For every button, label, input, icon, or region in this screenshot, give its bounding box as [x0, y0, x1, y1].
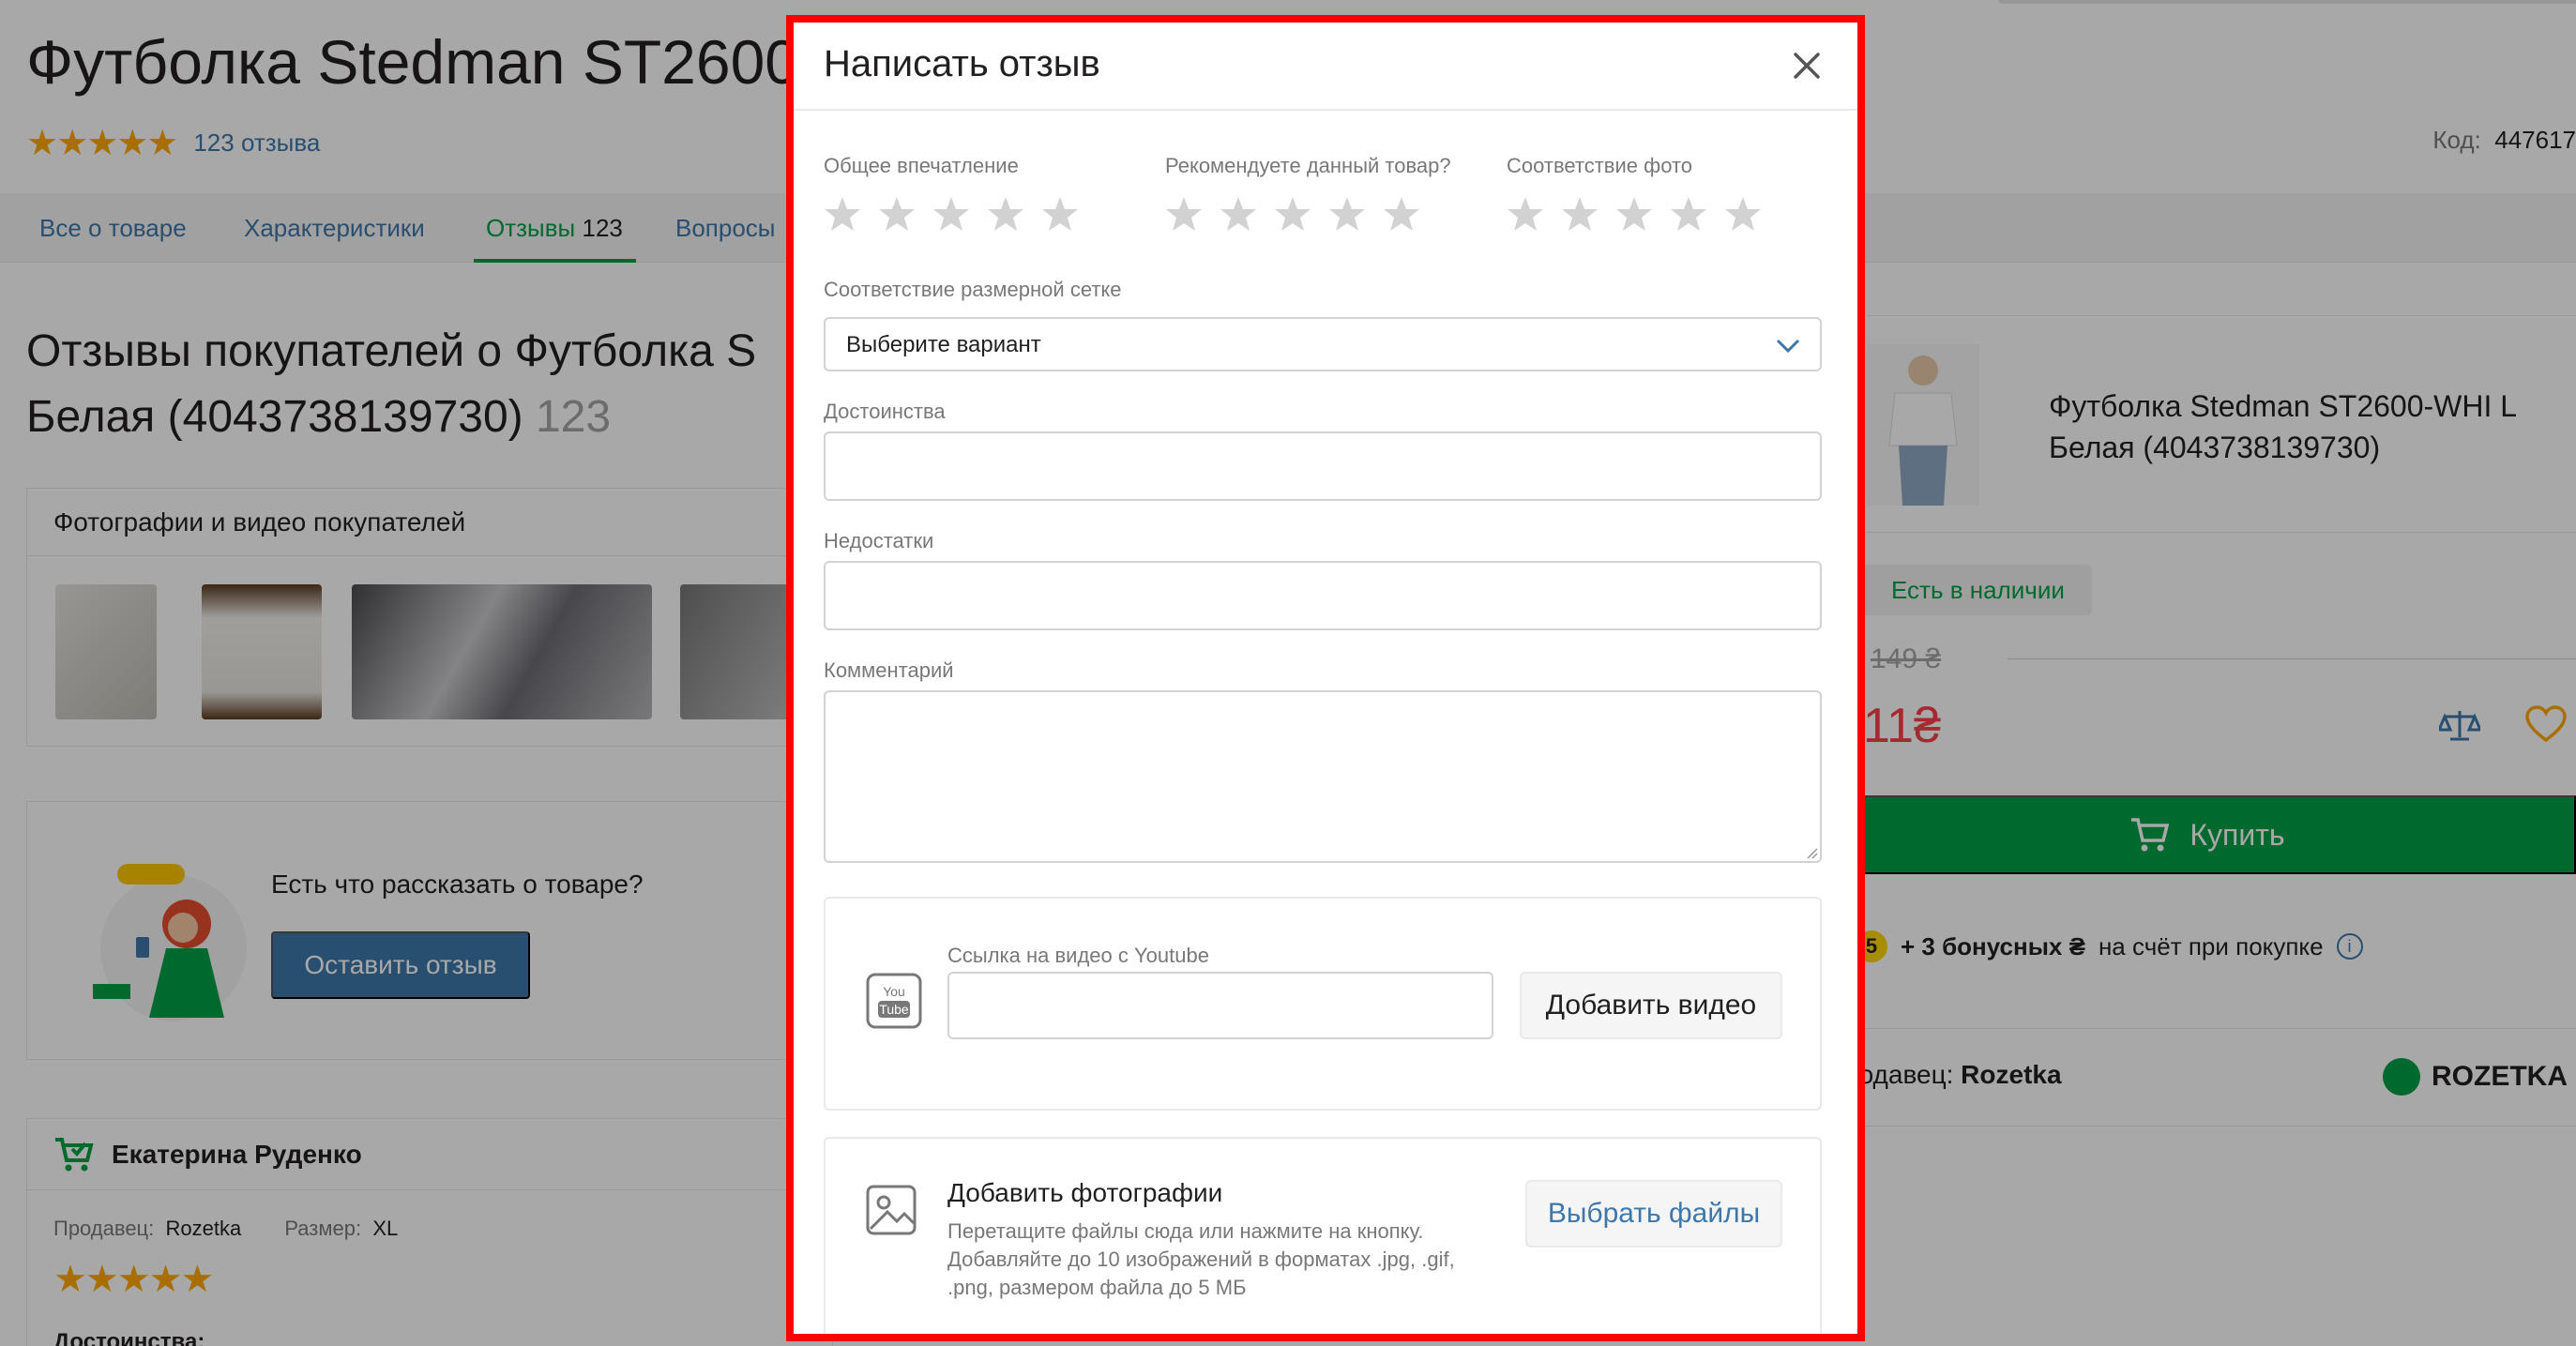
close-icon[interactable] — [1788, 47, 1826, 84]
photos-panel[interactable]: Добавить фотографии Перетащите файлы сюд… — [824, 1137, 1822, 1339]
star-icon[interactable] — [824, 195, 861, 233]
star-icon[interactable] — [1561, 195, 1599, 233]
modal-title: Написать отзыв — [824, 43, 1100, 84]
flaws-label: Недостатки — [824, 529, 934, 552]
youtube-link-input[interactable] — [947, 972, 1493, 1039]
rating-stars-overall — [824, 195, 1079, 233]
size-fit-label: Соответствие размерной сетке — [824, 278, 1122, 301]
add-photos-title: Добавить фотографии — [947, 1178, 1223, 1207]
star-icon[interactable] — [1165, 195, 1203, 233]
youtube-icon-text-top: You — [883, 984, 905, 999]
star-icon[interactable] — [1274, 195, 1311, 233]
add-photos-description: Перетащите файлы сюда или нажмите на кно… — [947, 1219, 1455, 1299]
merits-label: Достоинства — [824, 400, 946, 423]
star-icon[interactable] — [1670, 195, 1707, 233]
choose-files-button[interactable]: Выбрать файлы — [1525, 1180, 1782, 1248]
image-icon — [866, 1185, 917, 1235]
rating-stars-recommend — [1165, 195, 1420, 233]
star-icon[interactable] — [1507, 195, 1544, 233]
chevron-down-icon — [1776, 339, 1800, 354]
add-video-button[interactable]: Добавить видео — [1520, 972, 1782, 1039]
youtube-link-label: Ссылка на видео с Youtube — [947, 944, 1209, 967]
size-fit-select[interactable]: Выберите вариант — [824, 317, 1822, 371]
write-review-modal: Написать отзыв Общее впечатление Рекомен… — [792, 21, 1859, 1339]
rating-stars-photo-match — [1507, 195, 1762, 233]
star-icon[interactable] — [932, 195, 970, 233]
comment-textarea[interactable] — [824, 690, 1822, 863]
rating-label-overall: Общее впечатление — [824, 154, 1019, 177]
resize-handle-icon[interactable] — [1805, 846, 1818, 859]
star-icon[interactable] — [1615, 195, 1653, 233]
star-icon[interactable] — [1328, 195, 1366, 233]
youtube-icon-text-bottom: Tube — [879, 1002, 909, 1017]
star-icon[interactable] — [1724, 195, 1762, 233]
star-icon[interactable] — [1220, 195, 1257, 233]
rating-label-photo-match: Соответствие фото — [1507, 154, 1693, 177]
comment-label: Комментарий — [824, 658, 954, 682]
rating-label-recommend: Рекомендуете данный товар? — [1165, 154, 1451, 177]
star-icon[interactable] — [987, 195, 1024, 233]
star-icon[interactable] — [878, 195, 916, 233]
star-icon[interactable] — [1041, 195, 1079, 233]
modal-header: Написать отзыв — [792, 21, 1859, 111]
size-fit-selected: Выберите вариант — [846, 332, 1041, 357]
star-icon[interactable] — [1383, 195, 1420, 233]
video-panel: You Tube Ссылка на видео с Youtube Добав… — [824, 897, 1822, 1111]
youtube-icon: You Tube — [866, 973, 922, 1029]
flaws-input[interactable] — [824, 561, 1822, 630]
merits-input[interactable] — [824, 431, 1822, 501]
